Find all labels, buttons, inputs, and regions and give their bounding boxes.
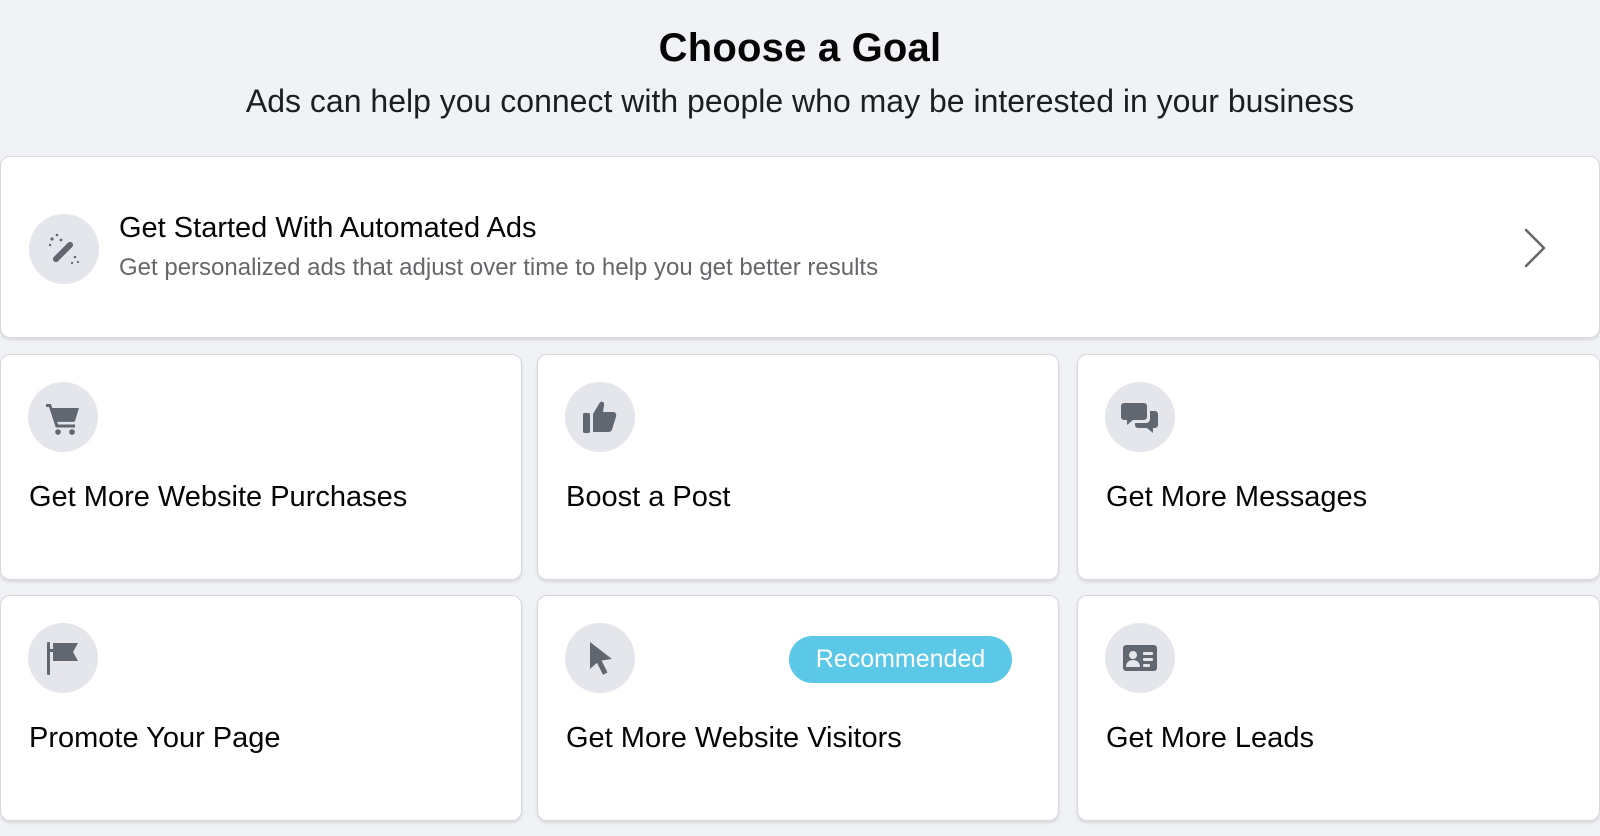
- page-subtitle: Ads can help you connect with people who…: [245, 83, 1355, 119]
- chat-bubbles-icon: [1105, 382, 1175, 452]
- flag-icon: [28, 623, 98, 693]
- magic-wand-icon: [29, 214, 99, 284]
- automated-ads-description: Get personalized ads that adjust over ti…: [119, 254, 879, 281]
- goal-label: Get More Website Purchases: [29, 481, 408, 513]
- goal-card-website-purchases[interactable]: Get More Website Purchases: [0, 354, 522, 580]
- contact-card-icon: [1105, 623, 1175, 693]
- page-title: Choose a Goal: [658, 26, 942, 70]
- chevron-right-icon: [1524, 228, 1546, 268]
- goal-label: Get More Website Visitors: [566, 722, 902, 754]
- goal-card-website-visitors[interactable]: Recommended Get More Website Visitors: [537, 595, 1059, 821]
- goal-card-promote-page[interactable]: Promote Your Page: [0, 595, 522, 821]
- shopping-cart-icon: [28, 382, 98, 452]
- goal-label: Promote Your Page: [29, 722, 281, 754]
- recommended-badge: Recommended: [789, 636, 1012, 683]
- goal-label: Get More Leads: [1106, 722, 1314, 754]
- choose-goal-page: Choose a Goal Ads can help you connect w…: [0, 0, 1600, 836]
- goal-card-boost-post[interactable]: Boost a Post: [537, 354, 1059, 580]
- goal-card-leads[interactable]: Get More Leads: [1077, 595, 1600, 821]
- goal-label: Boost a Post: [566, 481, 731, 513]
- cursor-icon: [565, 623, 635, 693]
- goal-label: Get More Messages: [1106, 481, 1368, 513]
- thumbs-up-icon: [565, 382, 635, 452]
- goal-card-messages[interactable]: Get More Messages: [1077, 354, 1600, 580]
- automated-ads-title: Get Started With Automated Ads: [119, 212, 537, 244]
- automated-ads-card[interactable]: Get Started With Automated Ads Get perso…: [0, 156, 1600, 338]
